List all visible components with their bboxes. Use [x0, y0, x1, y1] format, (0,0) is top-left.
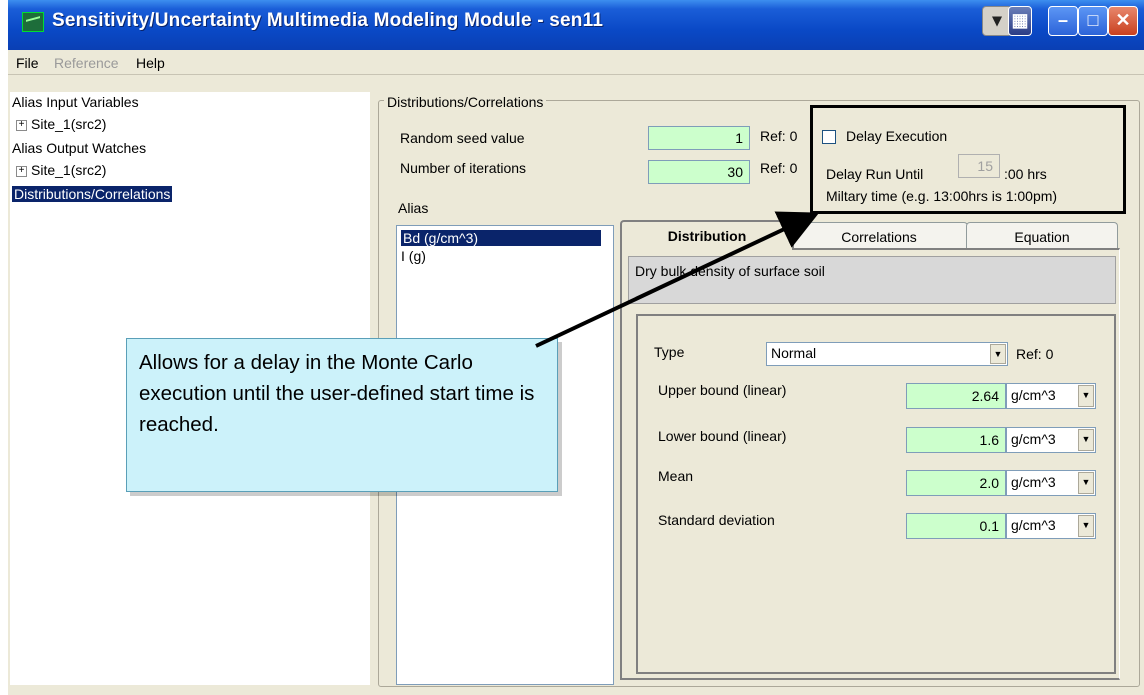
param-lower-input[interactable]: 1.6 — [906, 427, 1006, 453]
type-select-value: Normal — [771, 345, 817, 361]
seed-label: Random seed value — [400, 130, 525, 146]
unit-value: g/cm^3 — [1011, 517, 1056, 533]
param-mean-unit-select[interactable]: g/cm^3 ▼ — [1006, 470, 1096, 496]
unit-value: g/cm^3 — [1011, 431, 1056, 447]
param-lower-unit-select[interactable]: g/cm^3 ▼ — [1006, 427, 1096, 453]
menu-bar: File Reference Help — [8, 50, 1144, 75]
tab-distribution[interactable]: Distribution — [620, 220, 794, 250]
chevron-down-icon[interactable]: ▼ — [1078, 429, 1094, 451]
tree-item-output-site[interactable]: + Site_1(src2) — [16, 162, 106, 178]
type-label: Type — [654, 344, 685, 360]
title-bar[interactable]: Sensitivity/Uncertainty Multimedia Model… — [8, 0, 1144, 50]
iterations-label: Number of iterations — [400, 160, 527, 176]
alias-item-i[interactable]: I (g) — [401, 248, 426, 264]
delay-execution-label: Delay Execution — [846, 128, 948, 144]
group-title: Distributions/Correlations — [384, 94, 547, 110]
param-upper-unit-select[interactable]: g/cm^3 ▼ — [1006, 383, 1096, 409]
annotation-callout: Allows for a delay in the Monte Carlo ex… — [126, 338, 558, 492]
seed-input[interactable]: 1 — [648, 126, 750, 150]
tree-item-distributions-correlations[interactable]: Distributions/Correlations — [12, 186, 173, 202]
param-std-input[interactable]: 0.1 — [906, 513, 1006, 539]
expand-plus-icon[interactable]: + — [16, 165, 27, 177]
chevron-down-icon[interactable]: ▼ — [1078, 472, 1094, 494]
iterations-input[interactable]: 30 — [648, 160, 750, 184]
expand-plus-icon[interactable]: + — [16, 119, 27, 131]
distribution-description: Dry bulk density of surface soil — [628, 256, 1116, 304]
tree-item-label: Site_1(src2) — [31, 162, 107, 178]
chevron-down-icon[interactable]: ▼ — [1078, 515, 1094, 537]
app-menu-icon[interactable]: ▦ — [1008, 6, 1032, 36]
param-std-unit-select[interactable]: g/cm^3 ▼ — [1006, 513, 1096, 539]
delay-execution-checkbox[interactable] — [822, 130, 836, 144]
tab-equation[interactable]: Equation — [966, 222, 1118, 250]
menu-file[interactable]: File — [16, 55, 39, 71]
param-lower-label: Lower bound (linear) — [658, 428, 787, 444]
chevron-down-icon[interactable]: ▼ — [1078, 385, 1094, 407]
param-upper-label: Upper bound (linear) — [658, 382, 787, 398]
tree-item-alias-output-watches[interactable]: Alias Output Watches — [12, 140, 146, 156]
param-upper-input[interactable]: 2.64 — [906, 383, 1006, 409]
param-std-label: Standard deviation — [658, 512, 775, 528]
delay-run-label: Delay Run Until — [826, 166, 924, 182]
iterations-ref: Ref: 0 — [760, 160, 798, 176]
type-select[interactable]: Normal ▼ — [766, 342, 1008, 366]
tree-item-alias-input-variables[interactable]: Alias Input Variables — [12, 94, 139, 110]
alias-label: Alias — [398, 200, 429, 216]
unit-value: g/cm^3 — [1011, 387, 1056, 403]
minimize-button[interactable]: – — [1048, 6, 1078, 36]
chevron-down-icon[interactable]: ▼ — [990, 344, 1006, 364]
military-time-note: Miltary time (e.g. 13:00hrs is 1:00pm) — [826, 188, 1058, 204]
param-mean-label: Mean — [658, 468, 694, 484]
seed-ref: Ref: 0 — [760, 128, 798, 144]
type-ref: Ref: 0 — [1016, 346, 1054, 362]
tree-item-input-site[interactable]: + Site_1(src2) — [16, 116, 106, 132]
param-mean-input[interactable]: 2.0 — [906, 470, 1006, 496]
delay-hour-input[interactable]: 15 — [958, 154, 1000, 178]
delay-hours-suffix: :00 hrs — [1004, 166, 1047, 182]
window-title: Sensitivity/Uncertainty Multimedia Model… — [52, 10, 604, 31]
app-chart-icon — [22, 12, 44, 32]
close-button[interactable]: ✕ — [1108, 6, 1138, 36]
alias-item-bd[interactable]: Bd (g/cm^3) — [401, 230, 601, 246]
tree-item-label: Site_1(src2) — [31, 116, 107, 132]
maximize-button[interactable]: □ — [1078, 6, 1108, 36]
menu-reference[interactable]: Reference — [54, 55, 119, 71]
menu-help[interactable]: Help — [136, 55, 165, 71]
tab-correlations[interactable]: Correlations — [790, 222, 968, 250]
unit-value: g/cm^3 — [1011, 474, 1056, 490]
